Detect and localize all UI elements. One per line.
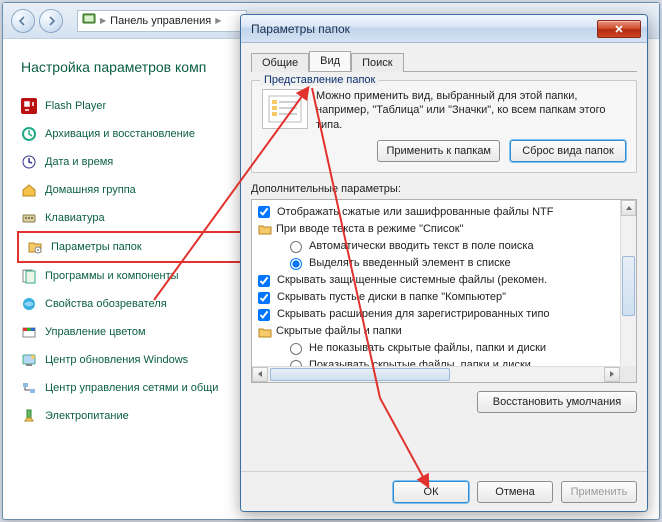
tree-label: Отображать сжатые или зашифрованные файл… [277, 204, 553, 221]
folder-description: Можно применить вид, выбранный для этой … [316, 89, 626, 132]
tree-row[interactable]: Отображать сжатые или зашифрованные файл… [258, 204, 630, 221]
advanced-settings-box: Отображать сжатые или зашифрованные файл… [251, 199, 637, 383]
scroll-thumb-v[interactable] [622, 256, 635, 316]
dialog-title-text: Параметры папок [251, 22, 350, 36]
cp-item-icon [27, 239, 43, 255]
cp-item-icon [21, 98, 37, 114]
cp-item-label: Дата и время [45, 156, 113, 168]
back-button[interactable] [11, 9, 35, 33]
cp-item-icon [21, 408, 37, 424]
tree-row: Скрытые файлы и папки [258, 323, 630, 340]
tree-row[interactable]: Автоматически вводить текст в поле поиск… [258, 238, 630, 255]
tab-view[interactable]: Вид [309, 51, 351, 71]
cp-item-icon [21, 324, 37, 340]
cp-item-label: Электропитание [45, 410, 129, 422]
checkbox[interactable] [258, 292, 270, 304]
breadcrumb[interactable]: ▶ Панель управления ▶ [77, 10, 247, 32]
tree-row[interactable]: Выделять введенный элемент в списке [258, 255, 630, 272]
tab-general[interactable]: Общие [251, 53, 309, 72]
folder-view-group: Представление папок Можно применить вид,… [251, 80, 637, 173]
apply-to-folders-button[interactable]: Применить к папкам [377, 140, 500, 162]
cp-root-icon [82, 12, 96, 29]
scroll-right-button[interactable] [604, 367, 620, 382]
tree-row[interactable]: Скрывать расширения для зарегистрированн… [258, 306, 630, 323]
group-title: Представление папок [260, 74, 379, 86]
cp-item-label: Центр управления сетями и общи [45, 382, 218, 394]
folder-icon [258, 326, 272, 338]
tabstrip: Общие Вид Поиск [251, 51, 637, 72]
scrollbar-horizontal[interactable] [252, 366, 620, 382]
breadcrumb-label: Панель управления [110, 15, 211, 27]
scroll-up-button[interactable] [621, 200, 636, 216]
cancel-button[interactable]: Отмена [477, 481, 553, 503]
tree-label: Скрывать защищенные системные файлы (рек… [277, 272, 547, 289]
tree-row[interactable]: Скрывать пустые диски в папке "Компьютер… [258, 289, 630, 306]
radio[interactable] [290, 343, 302, 355]
cp-item-label: Свойства обозревателя [45, 298, 167, 310]
cp-item-label: Клавиатура [45, 212, 105, 224]
tree-label: Выделять введенный элемент в списке [309, 255, 511, 272]
dialog-footer: ОК Отмена Применить [241, 471, 647, 511]
dialog-body: Общие Вид Поиск Представление папок Можн… [241, 43, 647, 471]
tree-row: При вводе текста в режиме "Список" [258, 221, 630, 238]
scrollbar-vertical[interactable] [620, 200, 636, 382]
tree-label: Скрывать расширения для зарегистрированн… [277, 306, 550, 323]
scroll-corner [620, 366, 636, 382]
radio[interactable] [290, 241, 302, 253]
folder-thumbnail-icon [262, 89, 308, 129]
cp-item-icon [21, 380, 37, 396]
chevron-right-icon: ▶ [215, 16, 221, 25]
cp-item-icon [21, 126, 37, 142]
cp-item-label: Flash Player [45, 100, 106, 112]
checkbox[interactable] [258, 275, 270, 287]
chevron-right-icon: ▶ [100, 16, 106, 25]
reset-folders-button[interactable]: Сброс вида папок [510, 140, 626, 162]
forward-button[interactable] [39, 9, 63, 33]
cp-item-label: Домашняя группа [45, 184, 136, 196]
cp-item-icon [21, 154, 37, 170]
tree-label: Скрытые файлы и папки [276, 323, 402, 340]
tree-label: Автоматически вводить текст в поле поиск… [309, 238, 534, 255]
folder-options-dialog: Параметры папок Общие Вид Поиск Представ… [240, 14, 648, 512]
tree-label: Скрывать пустые диски в папке "Компьютер… [277, 289, 506, 306]
cp-item-icon [21, 182, 37, 198]
close-button[interactable] [597, 20, 641, 38]
tree-row[interactable]: Не показывать скрытые файлы, папки и дис… [258, 340, 630, 357]
apply-button[interactable]: Применить [561, 481, 637, 503]
cp-item-icon [21, 210, 37, 226]
advanced-label: Дополнительные параметры: [251, 183, 637, 195]
restore-defaults-button[interactable]: Восстановить умолчания [477, 391, 637, 413]
dialog-titlebar[interactable]: Параметры папок [241, 15, 647, 43]
cp-item-label: Параметры папок [51, 241, 142, 253]
cp-item-label: Центр обновления Windows [45, 354, 188, 366]
tree-row[interactable]: Скрывать защищенные системные файлы (рек… [258, 272, 630, 289]
cp-item-label: Программы и компоненты [45, 270, 179, 282]
tab-search[interactable]: Поиск [351, 53, 403, 72]
cp-item-icon [21, 268, 37, 284]
scroll-left-button[interactable] [252, 367, 268, 382]
cp-item-icon [21, 296, 37, 312]
ok-button[interactable]: ОК [393, 481, 469, 503]
tree-label: Не показывать скрытые файлы, папки и дис… [309, 340, 546, 357]
tree-label: При вводе текста в режиме "Список" [276, 221, 463, 238]
checkbox[interactable] [258, 309, 270, 321]
cp-item-label: Архивация и восстановление [45, 128, 195, 140]
cp-item-label: Управление цветом [45, 326, 146, 338]
cp-item-icon [21, 352, 37, 368]
folder-icon [258, 223, 272, 235]
checkbox[interactable] [258, 206, 270, 218]
radio[interactable] [290, 258, 302, 270]
scroll-thumb-h[interactable] [270, 368, 450, 381]
